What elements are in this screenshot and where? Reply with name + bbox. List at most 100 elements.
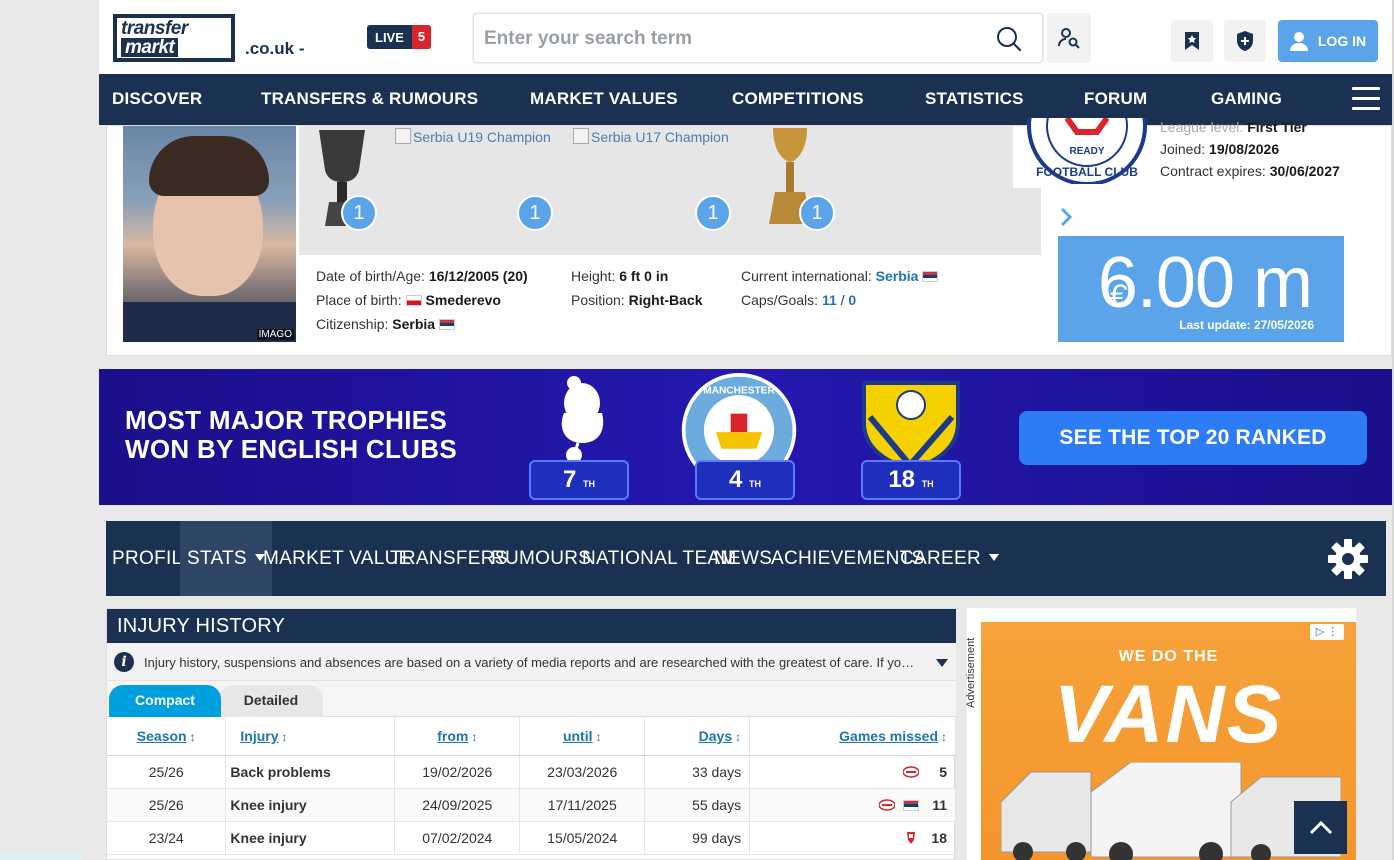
- trophies-banner-ad[interactable]: MOST MAJOR TROPHIES WON BY ENGLISH CLUBS…: [99, 369, 1392, 505]
- add-club-button[interactable]: [1224, 20, 1266, 62]
- market-value-box[interactable]: € 6.00 m Last update: 27/05/2026: [1058, 236, 1344, 342]
- live-label: LIVE: [375, 29, 404, 45]
- col-from[interactable]: from ↕: [394, 717, 521, 756]
- ad-label: Advertisement: [965, 637, 977, 708]
- col-games-missed[interactable]: Games missed ↕: [749, 717, 956, 756]
- cell-from: 07/02/2024: [394, 821, 521, 855]
- injury-history-title: INJURY HISTORY: [107, 609, 956, 643]
- cell-season: 25/26: [107, 755, 227, 789]
- cell-days: 99 days: [644, 821, 751, 855]
- ad-brand: VANS: [1053, 669, 1284, 760]
- col-injury[interactable]: Injury ↕: [225, 717, 396, 756]
- player-search-button[interactable]: [1047, 13, 1091, 63]
- position-row: Position: Right-Back: [571, 292, 703, 308]
- logo-line2: markt: [121, 38, 179, 57]
- nav-statistics[interactable]: STATISTICS: [925, 89, 1024, 109]
- ad-choices-icon[interactable]: ▷ ⋮: [1310, 624, 1344, 640]
- col-until[interactable]: until ↕: [519, 717, 646, 756]
- search-icon[interactable]: [996, 26, 1022, 52]
- market-value-amount: 6.00 m: [1097, 243, 1313, 323]
- intl-team-link[interactable]: Serbia: [876, 268, 919, 284]
- trophy-image-placeholder: Serbia U19 Champion: [395, 128, 551, 145]
- nav-transfers-rumours[interactable]: TRANSFERS & RUMOURS: [261, 89, 478, 109]
- joined-row: Joined: 19/08/2026: [1160, 141, 1280, 157]
- club-logo-icon[interactable]: [879, 798, 895, 811]
- subtab-detailed[interactable]: Detailed: [219, 685, 323, 717]
- banner-line-1: MOST MAJOR TROPHIES: [125, 405, 448, 435]
- club-logo-icon[interactable]: [903, 765, 919, 778]
- rank-card-3: 18 TH: [861, 460, 961, 500]
- gear-icon[interactable]: [1327, 538, 1369, 580]
- shield-plus-icon: [1237, 31, 1253, 51]
- left-edge-chip: [0, 851, 82, 860]
- hamburger-menu-icon[interactable]: [1352, 87, 1380, 111]
- trophy-strip: 1 Serbia U19 Champion 1 Serbia U17 Champ…: [299, 126, 1073, 255]
- watchlist-button[interactable]: [1171, 20, 1213, 62]
- rank-card-2: 4 TH: [695, 460, 795, 500]
- club-logo-icon[interactable]: [903, 831, 919, 844]
- table-row: 23/24 Knee injury 07/02/2024 15/05/2024 …: [107, 821, 956, 855]
- contract-row: Contract expires: 30/06/2027: [1160, 163, 1340, 179]
- nav-market-values[interactable]: MARKET VALUES: [530, 89, 678, 109]
- login-button[interactable]: LOG IN: [1278, 20, 1378, 62]
- cell-season: 25/26: [107, 788, 227, 822]
- caps-link[interactable]: 11: [822, 292, 837, 308]
- login-label: LOG IN: [1317, 33, 1367, 49]
- player-photo[interactable]: IMAGO: [123, 126, 296, 342]
- trophy-count-badge: 1: [799, 195, 835, 231]
- nav-discover[interactable]: DISCOVER: [112, 89, 202, 109]
- col-days[interactable]: Days ↕: [644, 717, 751, 756]
- user-search-icon: [1058, 28, 1080, 49]
- cell-from: 24/09/2025: [394, 788, 521, 822]
- injury-history-panel: INJURY HISTORY i Injury history, suspens…: [106, 608, 956, 860]
- chevron-down-icon[interactable]: [936, 659, 948, 667]
- ad-headline: WE DO THE: [1118, 648, 1219, 665]
- nav-competitions[interactable]: COMPETITIONS: [732, 89, 864, 109]
- see-top-20-button[interactable]: SEE THE TOP 20 RANKED: [1019, 411, 1367, 465]
- tab-career[interactable]: CAREER: [900, 521, 999, 596]
- cell-injury: Back problems: [225, 755, 396, 789]
- tab-news[interactable]: NEWS: [714, 521, 772, 596]
- col-season[interactable]: Season ↕: [107, 717, 227, 756]
- search-input[interactable]: [484, 24, 984, 54]
- cell-days: 55 days: [644, 788, 751, 822]
- photo-credit: IMAGO: [256, 329, 294, 340]
- user-icon: [1289, 32, 1308, 51]
- tab-rumours[interactable]: RUMOURS: [491, 521, 591, 596]
- injury-info-bar[interactable]: i Injury history, suspensions and absenc…: [107, 643, 956, 681]
- photo-hair: [149, 136, 269, 196]
- cell-season: 23/24: [107, 821, 227, 855]
- left-gutter: [0, 0, 99, 860]
- logo-inner: transfer markt: [117, 18, 231, 58]
- tab-stats[interactable]: STATS: [180, 521, 272, 596]
- market-value-last-update: Last update: 27/05/2026: [1179, 318, 1314, 332]
- sort-icon: ↕: [471, 729, 478, 744]
- crest-text: MANCHESTER: [703, 385, 775, 396]
- sort-icon: ↕: [189, 729, 196, 744]
- info-icon: i: [114, 652, 134, 672]
- subtab-compact[interactable]: Compact: [109, 685, 221, 717]
- nav-gaming[interactable]: GAMING: [1211, 89, 1282, 109]
- table-header-row: Season ↕ Injury ↕ from ↕ until ↕ Days ↕ Games…: [107, 717, 956, 756]
- domain-selector[interactable]: .co.uk -: [245, 39, 305, 59]
- player-tab-bar: PROFILE STATS MARKET VALUE TRANSFERS RUM…: [106, 521, 1386, 596]
- goals-link[interactable]: 0: [848, 292, 856, 308]
- scroll-to-top-button[interactable]: [1294, 801, 1347, 854]
- banner-line-2: WON BY ENGLISH CLUBS: [125, 434, 457, 464]
- cell-until: 23/03/2026: [519, 755, 646, 789]
- club-crest-icon[interactable]: READY FOOTBALL CLUB: [1027, 118, 1147, 184]
- trophy-count-badge: 1: [341, 195, 377, 231]
- club-info: League level: First Tier Joined: 19/08/2…: [1160, 119, 1340, 182]
- leeds-crest-icon: [851, 371, 971, 471]
- facts-col-2: Height: 6 ft 0 in Position: Right-Back: [571, 264, 703, 312]
- nav-forum[interactable]: FORUM: [1084, 89, 1147, 109]
- site-header: transfer markt .co.uk - LIVE 5 Enter you…: [99, 0, 1392, 74]
- site-logo[interactable]: transfer markt: [113, 14, 235, 62]
- chevron-right-icon[interactable]: [1059, 206, 1073, 228]
- table-row: 25/26 Knee injury 24/09/2025 17/11/2025 …: [107, 788, 956, 822]
- flag-icon: [405, 295, 422, 306]
- live-button[interactable]: LIVE 5: [367, 25, 432, 49]
- serbia-flag-icon[interactable]: [903, 799, 919, 811]
- citizenship-row: Citizenship: Serbia: [316, 312, 528, 336]
- current-club-box: READY FOOTBALL CLUB League level: First …: [1013, 118, 1370, 188]
